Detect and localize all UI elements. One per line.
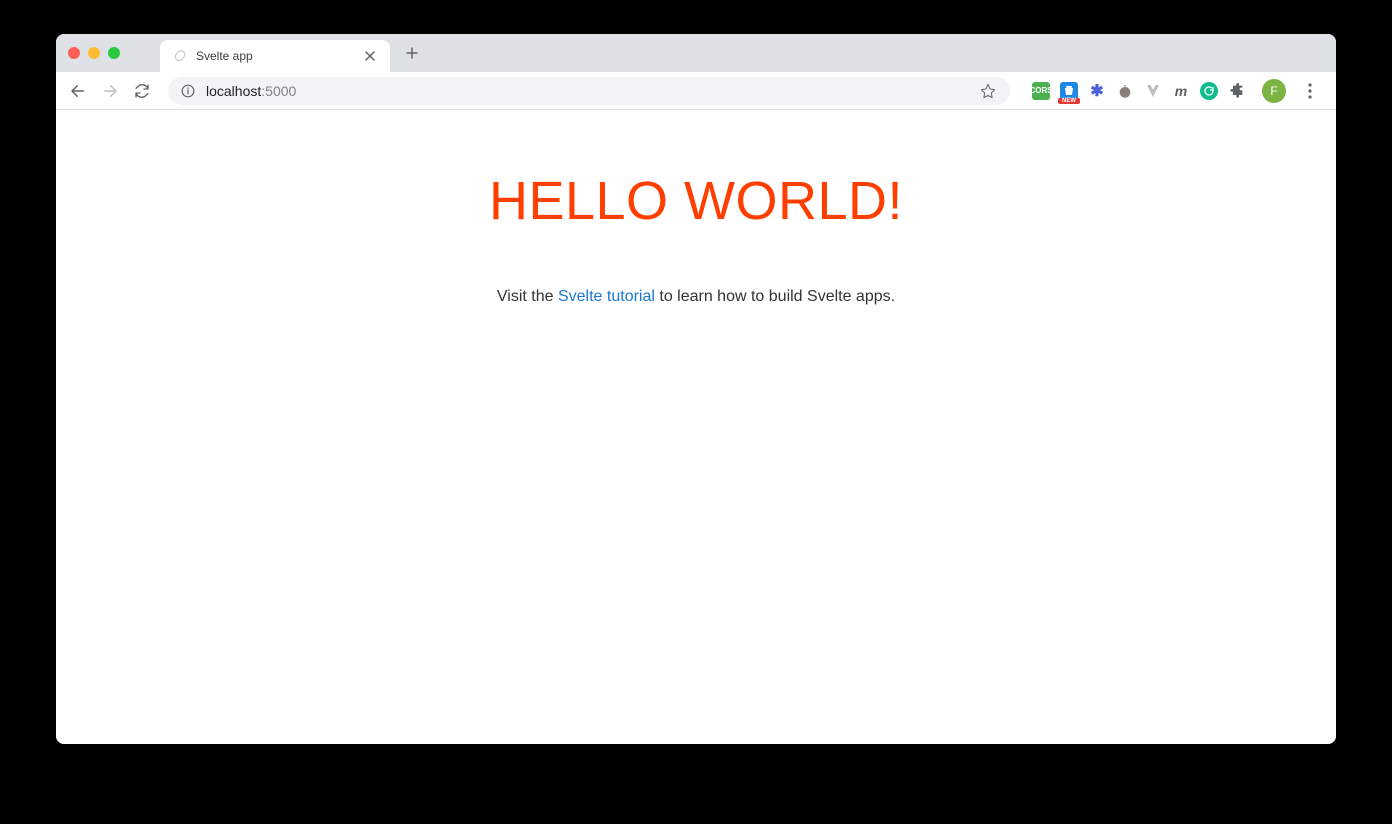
page-content: HELLO WORLD! Visit the Svelte tutorial t… bbox=[56, 110, 1336, 744]
browser-tab[interactable]: Svelte app bbox=[160, 40, 390, 72]
address-port: :5000 bbox=[261, 83, 296, 99]
address-bar[interactable]: localhost:5000 bbox=[168, 77, 1010, 105]
new-tab-button[interactable] bbox=[398, 39, 426, 67]
extension-shopping-badge: NEW bbox=[1058, 98, 1080, 104]
extension-grammarly-icon[interactable] bbox=[1200, 82, 1218, 100]
intro-prefix: Visit the bbox=[497, 288, 558, 305]
page-heading: HELLO WORLD! bbox=[489, 170, 903, 232]
maximize-window-button[interactable] bbox=[108, 47, 120, 59]
profile-avatar[interactable]: F bbox=[1262, 79, 1286, 103]
svelte-favicon-icon bbox=[172, 48, 188, 64]
close-window-button[interactable] bbox=[68, 47, 80, 59]
svelte-tutorial-link[interactable]: Svelte tutorial bbox=[558, 288, 655, 305]
extension-shopping-icon[interactable]: NEW bbox=[1060, 82, 1078, 100]
intro-paragraph: Visit the Svelte tutorial to learn how t… bbox=[497, 288, 895, 306]
intro-suffix: to learn how to build Svelte apps. bbox=[655, 288, 895, 305]
minimize-window-button[interactable] bbox=[88, 47, 100, 59]
address-host: localhost bbox=[206, 83, 261, 99]
extension-cors-icon[interactable]: CORS bbox=[1032, 82, 1050, 100]
window-controls bbox=[68, 47, 120, 59]
address-text: localhost:5000 bbox=[206, 83, 978, 99]
extension-m-icon[interactable]: m bbox=[1172, 82, 1190, 100]
tab-bar: Svelte app bbox=[56, 34, 1336, 72]
extension-vue-icon[interactable] bbox=[1144, 82, 1162, 100]
extensions-area: CORS NEW ✱ m F bbox=[1022, 77, 1328, 105]
browser-window: Svelte app localhost:5000 bbox=[56, 34, 1336, 744]
back-button[interactable] bbox=[64, 77, 92, 105]
extension-snowflake-icon[interactable]: ✱ bbox=[1088, 82, 1106, 100]
tab-title: Svelte app bbox=[196, 49, 362, 63]
extension-pomodoro-icon[interactable] bbox=[1116, 82, 1134, 100]
bookmark-star-button[interactable] bbox=[978, 81, 998, 101]
reload-button[interactable] bbox=[128, 77, 156, 105]
browser-menu-button[interactable] bbox=[1296, 77, 1324, 105]
site-info-icon[interactable] bbox=[180, 83, 196, 99]
close-tab-button[interactable] bbox=[362, 48, 378, 64]
browser-toolbar: localhost:5000 CORS NEW ✱ m bbox=[56, 72, 1336, 110]
forward-button[interactable] bbox=[96, 77, 124, 105]
extensions-menu-icon[interactable] bbox=[1228, 82, 1246, 100]
